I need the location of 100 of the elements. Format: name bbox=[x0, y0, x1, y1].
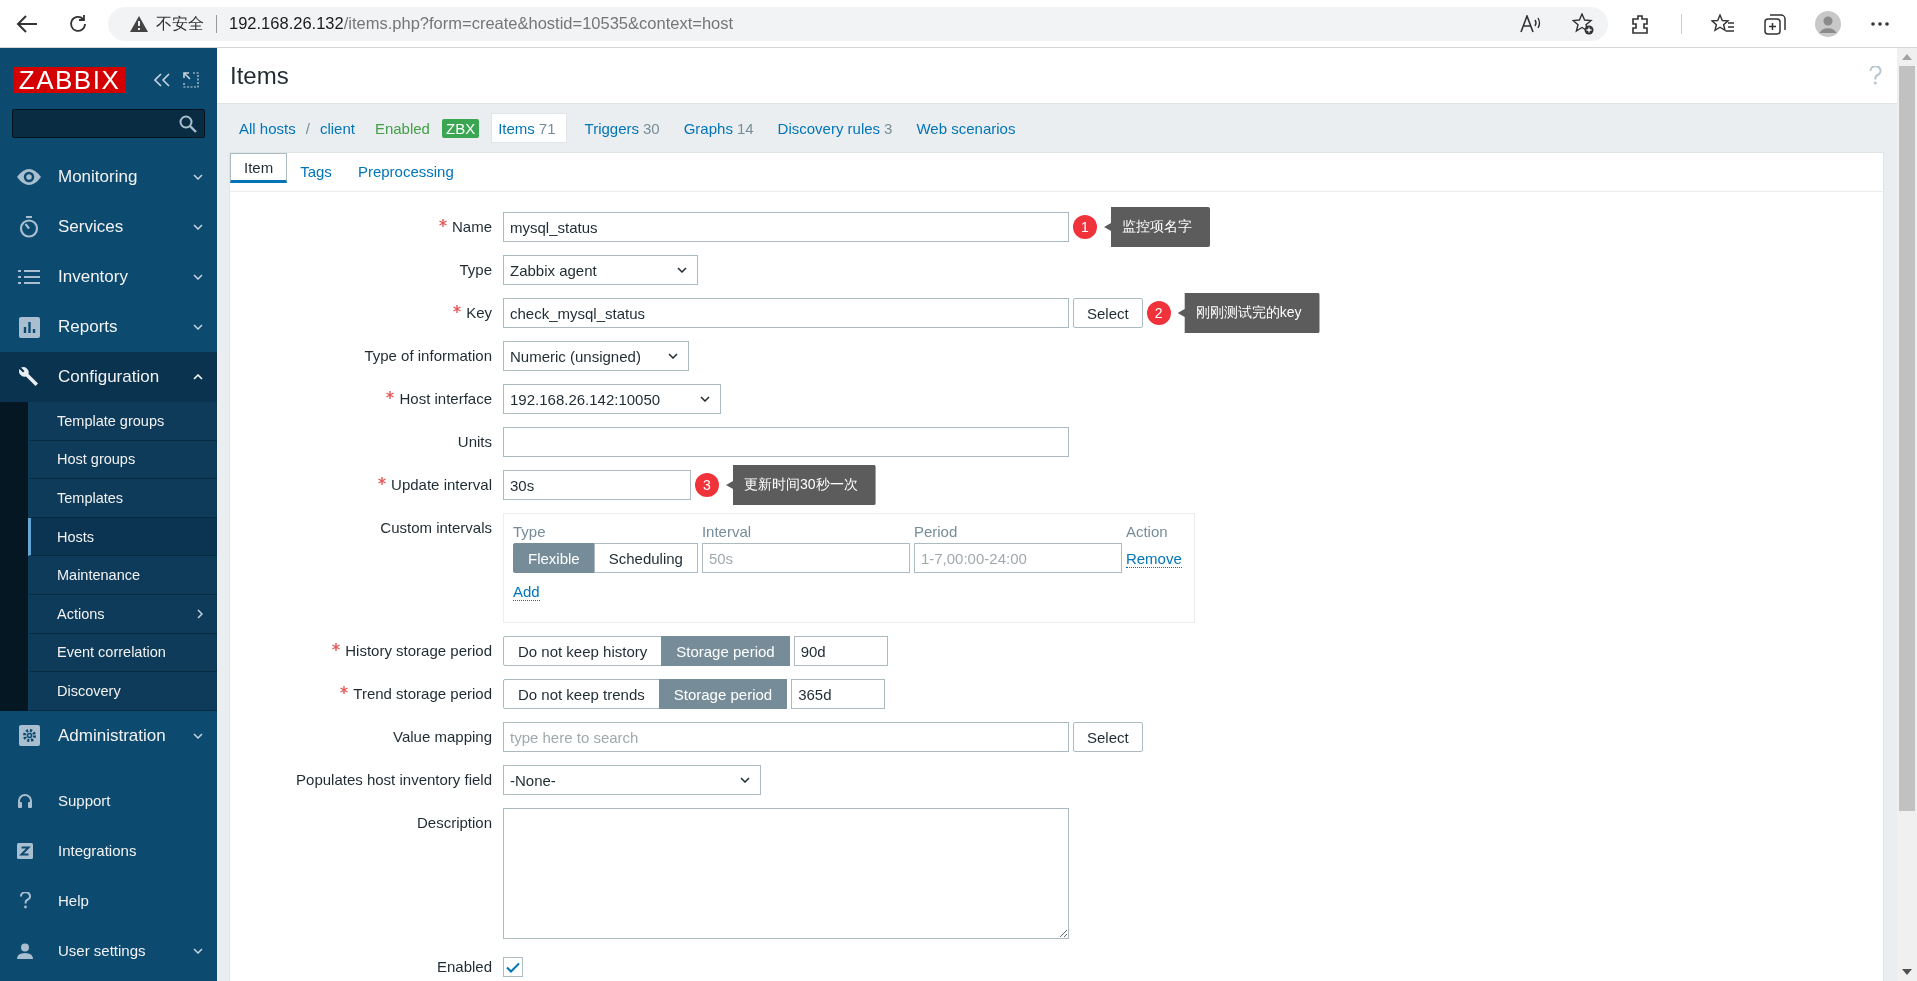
form-tab[interactable]: Tags bbox=[287, 153, 345, 192]
url-text[interactable]: 192.168.26.132/items.php?form=create&hostid=10535&context=host bbox=[229, 14, 1520, 33]
host-tab[interactable]: Discovery rules 3 bbox=[771, 113, 899, 143]
checkbox[interactable] bbox=[503, 957, 523, 977]
menu-item[interactable]: Administration bbox=[0, 710, 217, 761]
text-field[interactable]: check_mysql_status bbox=[503, 298, 1069, 328]
submenu-item[interactable]: Hosts bbox=[28, 517, 217, 557]
form-tab[interactable]: Item bbox=[230, 153, 288, 183]
annotation-callout: 刚刚测试完的key bbox=[1177, 293, 1320, 333]
field-label: Value mapping bbox=[393, 728, 492, 745]
menu-item[interactable]: Integrations bbox=[0, 825, 217, 876]
form-tab[interactable]: Preprocessing bbox=[344, 153, 467, 192]
reload-icon[interactable] bbox=[68, 13, 88, 34]
collections-icon[interactable] bbox=[1764, 12, 1786, 35]
dropdown[interactable]: 192.168.26.142:10050 bbox=[503, 384, 721, 414]
add-favorite-icon[interactable] bbox=[1572, 12, 1594, 35]
submenu-item[interactable]: Maintenance bbox=[28, 556, 217, 595]
menu-item[interactable]: Reports bbox=[0, 302, 217, 352]
profile-avatar[interactable] bbox=[1815, 10, 1841, 37]
breadcrumb-link[interactable]: client bbox=[319, 119, 355, 137]
menu-item[interactable]: Help bbox=[0, 875, 217, 926]
chevron-down-icon bbox=[193, 324, 203, 330]
host-tab[interactable]: Triggers 30 bbox=[578, 113, 666, 143]
menu-item[interactable]: Inventory bbox=[0, 252, 217, 302]
text-field[interactable]: 30s bbox=[503, 470, 691, 500]
host-tab[interactable]: Graphs 14 bbox=[677, 113, 760, 143]
field-label: Key bbox=[466, 304, 492, 321]
menu-item[interactable]: Monitoring bbox=[0, 152, 217, 202]
chevron-down-icon bbox=[193, 224, 203, 230]
chevron-down-icon bbox=[668, 353, 678, 359]
dropdown[interactable]: Numeric (unsigned) bbox=[503, 341, 689, 371]
column-header: Period bbox=[913, 523, 958, 540]
back-icon[interactable] bbox=[16, 13, 38, 34]
text-field[interactable] bbox=[503, 427, 1069, 457]
submenu-item[interactable]: Actions bbox=[28, 594, 217, 634]
field-label: Type of information bbox=[364, 347, 492, 364]
kiosk-mode-icon[interactable] bbox=[183, 72, 199, 88]
check-icon bbox=[506, 961, 520, 973]
field-label: Type bbox=[459, 261, 492, 278]
list-icon bbox=[18, 269, 40, 285]
submenu-item[interactable]: Discovery bbox=[28, 672, 217, 711]
bar-chart-icon bbox=[18, 316, 40, 338]
menu-item[interactable]: Configuration bbox=[0, 352, 217, 402]
remove-link[interactable]: Remove bbox=[1125, 549, 1182, 568]
submenu-item[interactable]: Event correlation bbox=[28, 633, 217, 673]
field-label: Host interface bbox=[399, 390, 492, 407]
toggle-option[interactable]: Scheduling bbox=[593, 543, 698, 573]
submenu-item[interactable]: Templates bbox=[28, 479, 217, 518]
wrench-icon bbox=[18, 366, 40, 388]
add-link[interactable]: Add bbox=[513, 583, 540, 601]
column-header: Interval bbox=[701, 523, 752, 540]
field-label: History storage period bbox=[345, 642, 492, 659]
chevron-down-icon bbox=[740, 777, 750, 783]
gear-icon bbox=[18, 725, 40, 747]
favorites-icon[interactable] bbox=[1711, 13, 1735, 34]
toggle-option[interactable]: Do not keep history bbox=[503, 636, 663, 666]
stopwatch-icon bbox=[19, 216, 39, 238]
text-field[interactable]: 90d bbox=[793, 636, 888, 666]
breadcrumb-separator: / bbox=[305, 119, 310, 137]
interval-field[interactable]: 50s bbox=[701, 543, 910, 573]
search-field[interactable] bbox=[12, 109, 205, 138]
text-field[interactable]: mysql_status bbox=[503, 212, 1069, 242]
help-icon bbox=[19, 892, 31, 910]
breadcrumb-link[interactable]: All hosts bbox=[239, 119, 296, 137]
period-field[interactable]: 1-7,00:00-24:00 bbox=[913, 543, 1122, 573]
submenu-item[interactable]: Template groups bbox=[28, 402, 217, 441]
chevron-down-icon bbox=[193, 274, 203, 280]
zabbix-logo[interactable]: ZABBIX bbox=[13, 67, 126, 93]
host-status: Enabled bbox=[374, 119, 430, 137]
select-button[interactable]: Select bbox=[1073, 298, 1143, 328]
step-marker: 2 bbox=[1146, 301, 1171, 325]
chevron-down-icon bbox=[677, 267, 687, 273]
collapse-icon[interactable] bbox=[154, 73, 170, 87]
address-bar[interactable]: 不安全 192.168.26.132/items.php?form=create&hostid=10535&context=host bbox=[108, 6, 1608, 41]
step-marker: 3 bbox=[695, 473, 719, 497]
search-icon[interactable] bbox=[179, 114, 197, 133]
dropdown[interactable]: -None- bbox=[503, 765, 761, 795]
select-button[interactable]: Select bbox=[1073, 722, 1143, 752]
scroll-down-icon[interactable] bbox=[1902, 969, 1912, 975]
more-icon[interactable] bbox=[1870, 20, 1890, 27]
host-tab[interactable]: Web scenarios bbox=[910, 113, 1022, 143]
toggle-option[interactable]: Do not keep trends bbox=[503, 679, 660, 709]
security-label[interactable]: 不安全 bbox=[156, 14, 217, 33]
dropdown[interactable]: Zabbix agent bbox=[503, 255, 698, 285]
field-label: Description bbox=[416, 814, 492, 831]
field-label: Populates host inventory field bbox=[296, 771, 492, 788]
host-tab[interactable]: Items 71 bbox=[491, 113, 567, 143]
text-field[interactable]: type here to search bbox=[503, 722, 1069, 752]
menu-item[interactable]: User settings bbox=[0, 925, 217, 976]
chevron-down-icon bbox=[193, 732, 203, 739]
step-marker: 1 bbox=[1073, 215, 1097, 239]
menu-item[interactable]: Support bbox=[0, 775, 217, 826]
field-label: Enabled bbox=[436, 958, 492, 975]
text-field[interactable]: 365d bbox=[791, 679, 886, 709]
scrollbar-thumb[interactable] bbox=[1899, 66, 1915, 811]
description-field[interactable] bbox=[503, 808, 1069, 939]
annotation-callout: 更新时间30秒一次 bbox=[726, 465, 876, 505]
menu-item[interactable]: Services bbox=[0, 202, 217, 252]
submenu-item[interactable]: Host groups bbox=[28, 440, 217, 480]
read-aloud-icon[interactable] bbox=[1520, 14, 1542, 33]
